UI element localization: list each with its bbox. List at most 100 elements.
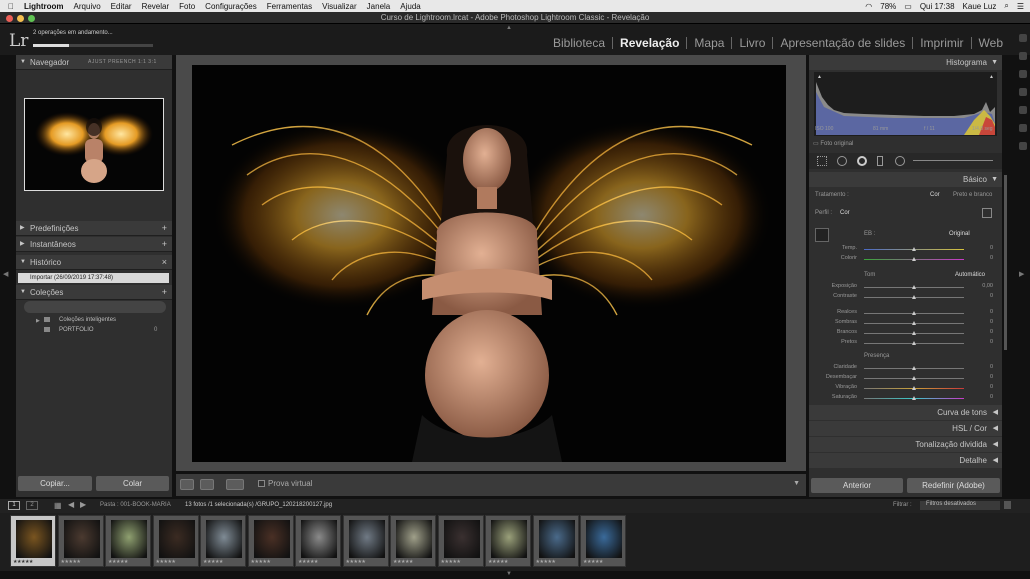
treatment-bw-option[interactable]: Preto e branco [953,192,992,198]
copy-settings-button[interactable]: Copiar... [18,476,92,491]
highlight-clipping-icon[interactable]: ▲ [989,74,994,80]
before-after-split-button[interactable] [226,479,244,490]
filmstrip-thumbnail[interactable]: ★★★★★ [342,515,389,567]
main-window-button[interactable]: 1 [8,501,20,510]
filter-lock-icon[interactable] [1004,501,1011,509]
highlights-slider[interactable] [864,311,964,315]
menu-window[interactable]: Janela [367,2,391,11]
back-arrow-icon[interactable]: ◀ [68,500,74,509]
module-slideshow[interactable]: Apresentação de slides [773,37,914,49]
clock[interactable]: Qui 17:38 [920,2,955,11]
filmstrip-thumbnail[interactable]: ★★★★★ [200,515,246,567]
dock-app-icon[interactable] [1019,88,1027,96]
dock-app-icon[interactable] [1019,70,1027,78]
filmstrip-thumbnail[interactable]: ★★★★★ [247,515,294,567]
menu-lightroom[interactable]: Lightroom [24,2,64,11]
filmstrip-thumbnail[interactable]: ★★★★★ [390,515,436,567]
menu-tools[interactable]: Ferramentas [267,2,312,11]
crop-tool-icon[interactable] [817,156,827,166]
red-eye-icon[interactable] [857,156,867,166]
thumbnail-rating[interactable]: ★★★★★ [488,559,508,565]
filmstrip-thumbnail[interactable]: ★★★★★ [532,515,579,567]
dock-app-icon[interactable] [1019,34,1027,42]
profile-browser-grid-icon[interactable] [982,208,992,218]
contrast-slider[interactable] [864,295,964,299]
filmstrip-thumbnail[interactable]: ★★★★★ [485,515,531,567]
temp-slider[interactable] [864,247,964,251]
user-name[interactable]: Kaue Luz [963,2,997,11]
add-collection-icon[interactable]: + [162,285,167,300]
battery-icon[interactable]: ▭ [904,2,912,11]
left-panel-toggle-icon[interactable]: ◀ [3,270,8,278]
collection-portfolio[interactable]: PORTFOLIO [59,327,94,333]
module-library[interactable]: Biblioteca [546,37,614,49]
contrast-value[interactable]: 0 [977,293,993,299]
wifi-icon[interactable]: ◠ [865,2,872,11]
thumbnail-rating[interactable]: ★★★★★ [203,559,223,565]
radial-filter-icon[interactable] [895,156,905,166]
dehaze-value[interactable]: 0 [977,374,993,380]
clarity-value[interactable]: 0 [977,364,993,370]
bottom-panel-toggle-icon[interactable]: ▼ [506,571,512,577]
presets-header[interactable]: ▶ Predefinições + [16,221,172,236]
tone-curve-header[interactable]: Curva de tons ◀ [809,405,1002,420]
slider-knob[interactable] [912,366,916,370]
histogram-header[interactable]: Histograma ▼ [809,55,1002,70]
histogram[interactable]: ▲ ▲ [814,72,997,136]
menu-settings[interactable]: Configurações [205,2,257,11]
filter-select[interactable]: Filtros desativados [920,501,1000,510]
thumbnail-rating[interactable]: ★★★★★ [61,559,81,565]
filmstrip-source[interactable]: Pasta : 001-BOOK-MARIA [100,502,171,508]
clear-history-icon[interactable]: × [162,255,167,270]
apple-icon[interactable]:  [8,2,14,11]
history-item[interactable]: Importar (26/09/2019 17:37:48) [18,273,169,283]
module-print[interactable]: Imprimir [913,37,972,49]
paste-settings-button[interactable]: Colar [96,476,169,491]
saturation-slider[interactable] [864,396,964,400]
filmstrip-thumbnail[interactable]: ★★★★★ [10,515,56,567]
menu-view[interactable]: Visualizar [322,2,357,11]
spot-removal-icon[interactable] [837,156,847,166]
hsl-header[interactable]: HSL / Cor ◀ [809,421,1002,436]
exposure-slider[interactable] [864,285,964,289]
module-develop[interactable]: Revelação [613,37,688,49]
collections-filter-input[interactable] [24,301,166,313]
tint-value[interactable]: 0 [977,255,993,261]
slider-knob[interactable] [912,396,916,400]
right-panel-toggle-icon[interactable]: ▶ [1019,270,1024,278]
thumbnail-rating[interactable]: ★★★★★ [441,559,461,565]
profile-select[interactable]: Cor [840,210,850,216]
adjustment-brush-slider[interactable] [913,160,993,161]
navigator-header[interactable]: ▼ Navegador AJUST PREENCH 1:1 3:1 [16,55,172,70]
expand-triangle-icon[interactable]: ▶ [36,318,40,324]
split-toning-header[interactable]: Tonalização dividida ◀ [809,437,1002,452]
reset-button[interactable]: Redefinir (Adobe) [907,478,1000,493]
filmstrip-thumbnail[interactable]: ★★★★★ [57,515,104,567]
toolbar-menu-chevron-down-icon[interactable]: ▼ [793,480,800,487]
whites-value[interactable]: 0 [977,329,993,335]
slider-knob[interactable] [912,247,916,251]
thumbnail-rating[interactable]: ★★★★★ [346,559,366,565]
thumbnail-rating[interactable]: ★★★★★ [536,559,556,565]
slider-knob[interactable] [912,295,916,299]
slider-knob[interactable] [912,285,916,289]
slider-knob[interactable] [912,376,916,380]
dock-app-icon[interactable] [1019,52,1027,60]
previous-settings-button[interactable]: Anterior [811,478,903,493]
collections-header[interactable]: ▼ Coleções + [16,285,172,300]
blacks-slider[interactable] [864,341,964,345]
thumbnail-rating[interactable]: ★★★★★ [393,559,413,565]
thumbnail-rating[interactable]: ★★★★★ [251,559,271,565]
soft-proof-checkbox[interactable] [258,480,265,487]
menu-file[interactable]: Arquivo [74,2,101,11]
slider-knob[interactable] [912,341,916,345]
module-book[interactable]: Livro [732,37,774,49]
dehaze-slider[interactable] [864,376,964,380]
vibrance-value[interactable]: 0 [977,384,993,390]
search-icon[interactable]: ⌕ [1004,1,1008,11]
filmstrip-thumbnail[interactable]: ★★★★★ [152,515,199,567]
menu-edit[interactable]: Editar [111,2,132,11]
treatment-color-option[interactable]: Cor [930,192,940,198]
top-panel-toggle-icon[interactable]: ▲ [506,25,512,31]
thumbnail-rating[interactable]: ★★★★★ [583,559,603,565]
